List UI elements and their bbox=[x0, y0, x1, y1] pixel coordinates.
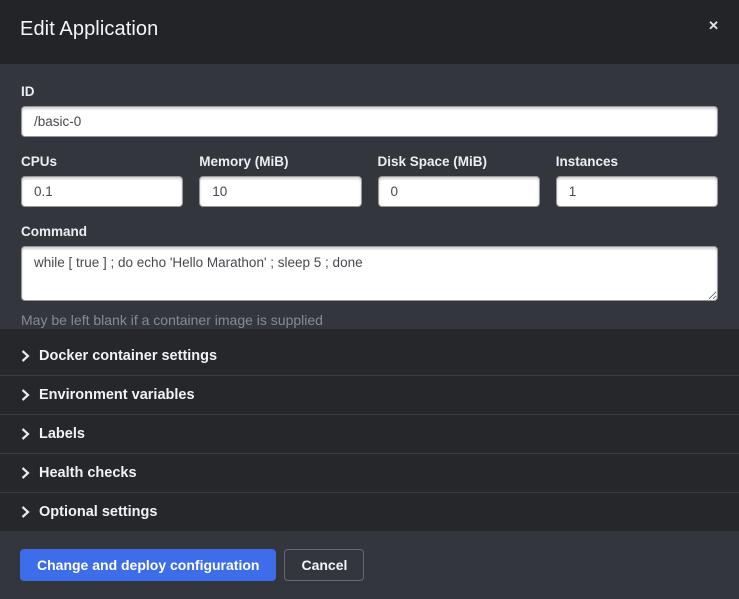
chevron-right-icon bbox=[21, 389, 30, 401]
field-group-cpus: CPUs bbox=[21, 155, 183, 207]
disk-label: Disk Space (MiB) bbox=[378, 155, 540, 169]
collapsible-sections: Docker container settings Environment va… bbox=[0, 329, 739, 531]
field-group-id: ID bbox=[21, 85, 718, 137]
field-group-disk: Disk Space (MiB) bbox=[378, 155, 540, 207]
section-label: Health checks bbox=[39, 465, 137, 481]
memory-input[interactable] bbox=[199, 176, 361, 207]
section-label: Labels bbox=[39, 426, 85, 442]
edit-application-form: ID CPUs Memory (MiB) Disk Space (MiB) In… bbox=[0, 64, 739, 329]
cpus-input[interactable] bbox=[21, 176, 183, 207]
section-labels[interactable]: Labels bbox=[0, 414, 739, 453]
chevron-right-icon bbox=[21, 467, 30, 479]
section-label: Environment variables bbox=[39, 387, 195, 403]
resources-row: CPUs Memory (MiB) Disk Space (MiB) Insta… bbox=[21, 155, 718, 207]
command-label: Command bbox=[21, 225, 718, 239]
section-label: Optional settings bbox=[39, 504, 157, 520]
modal-footer: Change and deploy configuration Cancel bbox=[0, 531, 739, 599]
section-optional-settings[interactable]: Optional settings bbox=[0, 492, 739, 531]
modal-title: Edit Application bbox=[20, 18, 719, 41]
field-group-command: Command while [ true ] ; do echo 'Hello … bbox=[21, 225, 718, 329]
instances-label: Instances bbox=[556, 155, 718, 169]
section-docker-container-settings[interactable]: Docker container settings bbox=[0, 336, 739, 375]
close-icon[interactable]: ✕ bbox=[704, 15, 723, 36]
section-health-checks[interactable]: Health checks bbox=[0, 453, 739, 492]
change-and-deploy-button[interactable]: Change and deploy configuration bbox=[20, 549, 276, 581]
chevron-right-icon bbox=[21, 506, 30, 518]
cancel-button[interactable]: Cancel bbox=[284, 549, 364, 581]
section-environment-variables[interactable]: Environment variables bbox=[0, 375, 739, 414]
command-textarea[interactable]: while [ true ] ; do echo 'Hello Marathon… bbox=[21, 246, 718, 301]
id-input[interactable] bbox=[21, 106, 718, 137]
modal-header: Edit Application ✕ bbox=[0, 0, 739, 64]
id-label: ID bbox=[21, 85, 718, 99]
memory-label: Memory (MiB) bbox=[199, 155, 361, 169]
field-group-instances: Instances bbox=[556, 155, 718, 207]
chevron-right-icon bbox=[21, 428, 30, 440]
chevron-right-icon bbox=[21, 350, 30, 362]
command-help-text: May be left blank if a container image i… bbox=[21, 311, 718, 329]
instances-input[interactable] bbox=[556, 176, 718, 207]
cpus-label: CPUs bbox=[21, 155, 183, 169]
disk-input[interactable] bbox=[378, 176, 540, 207]
edit-application-modal: Edit Application ✕ ID CPUs Memory (MiB) … bbox=[0, 0, 739, 599]
section-label: Docker container settings bbox=[39, 348, 217, 364]
field-group-memory: Memory (MiB) bbox=[199, 155, 361, 207]
